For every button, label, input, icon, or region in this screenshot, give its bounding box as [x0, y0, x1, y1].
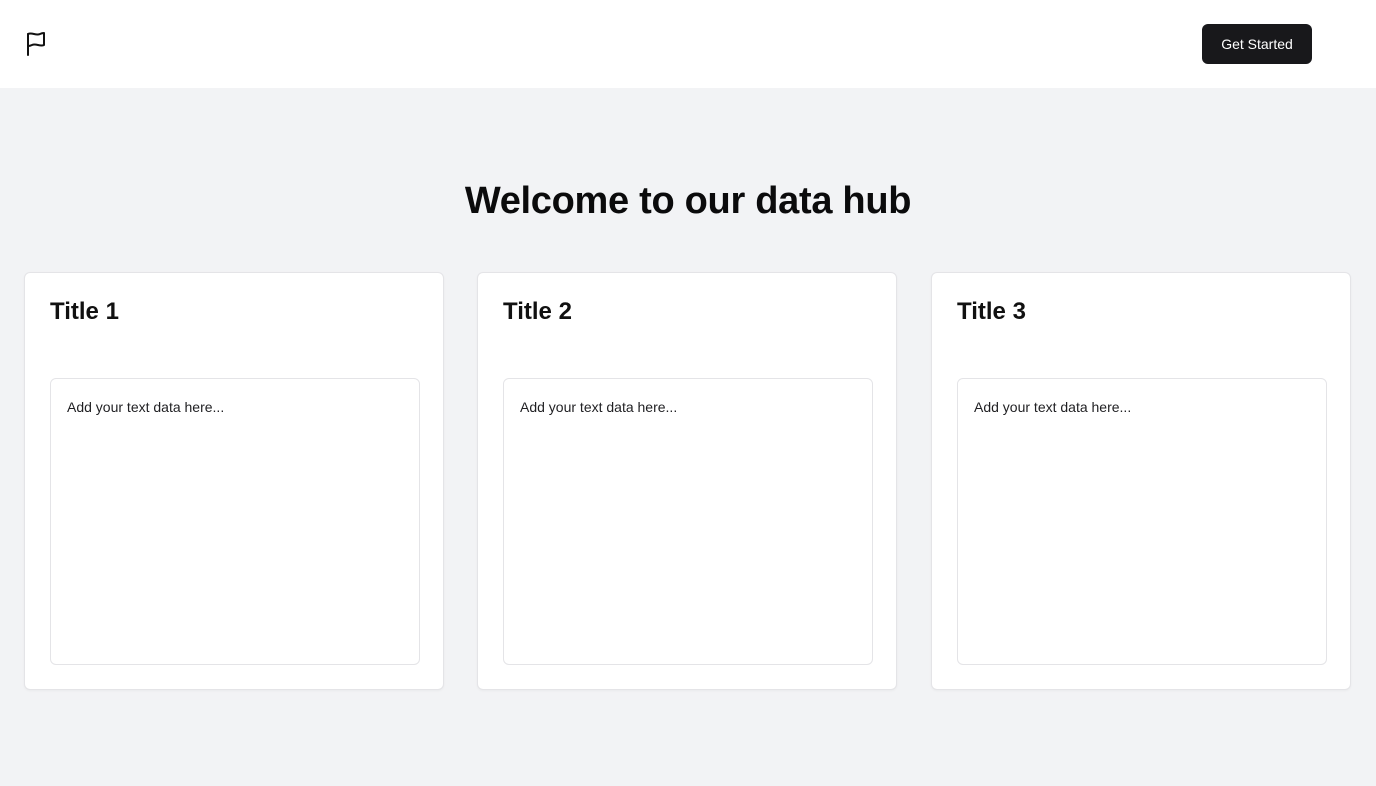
card-title: Title 1: [50, 298, 119, 325]
card-title: Title 2: [503, 298, 572, 325]
get-started-button[interactable]: Get Started: [1202, 24, 1312, 64]
card-text-input[interactable]: [503, 378, 873, 665]
top-navbar: Get Started: [0, 0, 1376, 88]
card-text-input[interactable]: [50, 378, 420, 665]
page-title: Welcome to our data hub: [464, 180, 912, 222]
data-card-1: Title 1: [24, 272, 444, 690]
card-text-input[interactable]: [957, 378, 1327, 665]
data-card-3: Title 3: [931, 272, 1351, 690]
flag-icon[interactable]: [24, 31, 48, 57]
card-title: Title 3: [957, 298, 1026, 325]
data-card-2: Title 2: [477, 272, 897, 690]
